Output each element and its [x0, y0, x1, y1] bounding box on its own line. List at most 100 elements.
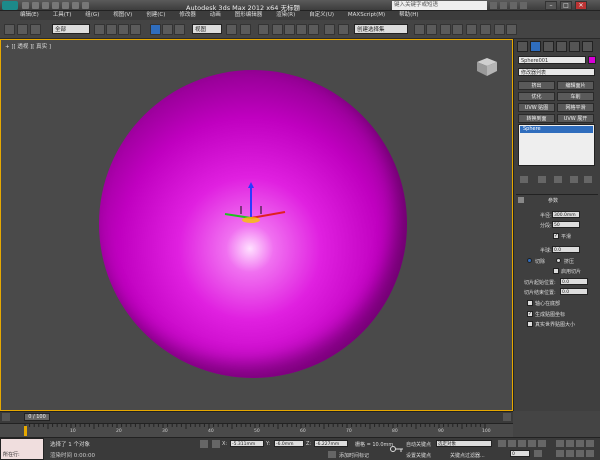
time-tag-icon[interactable]: [328, 451, 336, 458]
select-move-icon[interactable]: [150, 24, 161, 35]
modifier-button-lathe[interactable]: 车削: [557, 92, 594, 101]
viewcube-icon[interactable]: [475, 56, 499, 78]
maxscript-listener[interactable]: 所在行:: [0, 438, 44, 460]
material-editor-icon[interactable]: [466, 24, 477, 35]
menu-customize[interactable]: 自定义(U): [309, 11, 334, 20]
modifier-button-unwrap-uvw[interactable]: UVW 展开: [557, 114, 594, 123]
perspective-viewport[interactable]: + ][ 透视 ][ 真实 ]: [0, 39, 513, 411]
fetch-icon[interactable]: [82, 2, 89, 9]
search-icon[interactable]: [490, 2, 497, 9]
lock-selection-icon[interactable]: [200, 440, 208, 448]
slice-from-spinner[interactable]: 0.0: [560, 278, 588, 285]
radius-spinner[interactable]: 300.0mm: [552, 211, 580, 218]
layer-manager-icon[interactable]: [414, 24, 425, 35]
modify-tab-icon[interactable]: [530, 41, 541, 52]
current-frame-field[interactable]: 0: [510, 450, 530, 457]
menu-graph-editors[interactable]: 图形编辑器: [235, 11, 263, 20]
snaps-toggle-icon[interactable]: [272, 24, 283, 35]
search-input[interactable]: 键入关键字或短语: [392, 1, 487, 10]
selection-region-icon[interactable]: [118, 24, 129, 35]
save-icon[interactable]: [42, 2, 49, 9]
select-rotate-icon[interactable]: [162, 24, 173, 35]
base-to-pivot-checkbox[interactable]: [527, 300, 533, 306]
gen-mapping-checkbox[interactable]: ✓: [527, 311, 533, 317]
time-configuration-icon[interactable]: [534, 450, 542, 457]
hierarchy-tab-icon[interactable]: [543, 41, 554, 52]
zoom-extents-icon[interactable]: [576, 440, 584, 447]
previous-frame-icon[interactable]: [508, 440, 516, 447]
configure-sets-icon[interactable]: [584, 176, 592, 183]
help-icon[interactable]: [520, 2, 527, 9]
slice-to-spinner[interactable]: 0.0: [560, 288, 588, 295]
new-icon[interactable]: [22, 2, 29, 9]
pin-stack-icon[interactable]: [520, 176, 528, 183]
modifier-button-optimize[interactable]: 优化: [518, 92, 555, 101]
track-bar[interactable]: 0 10 20 30 40 50 60 70 80 90 100: [0, 423, 513, 437]
set-key-button[interactable]: 设置关键点: [406, 452, 431, 459]
maximize-button[interactable]: □: [560, 1, 572, 10]
current-frame-marker[interactable]: [24, 426, 27, 436]
viewport-label[interactable]: + ][ 透视 ][ 真实 ]: [5, 42, 51, 50]
make-unique-icon[interactable]: [554, 176, 562, 183]
menu-maxscript[interactable]: MAXScript(M): [348, 11, 385, 20]
named-selection-dropdown[interactable]: 创建选择集: [354, 24, 408, 34]
communication-icon[interactable]: [510, 2, 517, 9]
orbit-icon[interactable]: [576, 450, 584, 457]
key-mode-icon[interactable]: [390, 445, 404, 453]
minimize-button[interactable]: –: [545, 1, 557, 10]
curve-editor-icon[interactable]: [440, 24, 451, 35]
z-coordinate-field[interactable]: -6.227mm: [314, 440, 348, 447]
modifier-button-turn-to-patch[interactable]: 转换到面: [518, 114, 555, 123]
create-tab-icon[interactable]: [517, 41, 528, 52]
key-filters-button[interactable]: 关键点过滤器...: [450, 452, 485, 459]
modifier-button-uvw-map[interactable]: UVW 贴图: [518, 103, 555, 112]
select-object-icon[interactable]: [94, 24, 105, 35]
object-color-swatch[interactable]: [588, 56, 596, 64]
modifier-stack[interactable]: Sphere: [518, 124, 595, 166]
edit-named-selections-icon[interactable]: [324, 24, 335, 35]
field-of-view-icon[interactable]: [556, 450, 564, 457]
menu-tools[interactable]: 工具(T): [53, 11, 72, 20]
menu-group[interactable]: 组(G): [85, 11, 99, 20]
pan-view-icon[interactable]: [566, 450, 574, 457]
go-to-start-icon[interactable]: [498, 440, 506, 447]
link-icon[interactable]: [4, 24, 15, 35]
menu-create[interactable]: 创建(C): [146, 11, 165, 20]
slider-next-icon[interactable]: [503, 413, 511, 421]
modifier-list-dropdown[interactable]: 修改器列表: [518, 68, 595, 76]
remove-modifier-icon[interactable]: [570, 176, 578, 183]
coord-system-dropdown[interactable]: 视图: [192, 24, 222, 34]
menu-rendering[interactable]: 渲染(R): [276, 11, 295, 20]
auto-key-button[interactable]: 自动关键点: [406, 441, 431, 448]
render-production-icon[interactable]: [506, 24, 517, 35]
close-button[interactable]: ✕: [575, 1, 587, 10]
hold-icon[interactable]: [72, 2, 79, 9]
selection-filter-dropdown[interactable]: 全部: [52, 24, 90, 34]
select-scale-icon[interactable]: [174, 24, 185, 35]
angle-snap-icon[interactable]: [284, 24, 295, 35]
selected-dropdown[interactable]: 选定对象: [436, 440, 492, 447]
time-slider-thumb[interactable]: 0 / 100: [24, 413, 50, 421]
menu-help[interactable]: 帮助(H): [399, 11, 418, 20]
real-world-checkbox[interactable]: [527, 321, 533, 327]
chop-radio[interactable]: [527, 258, 532, 263]
maximize-viewport-icon[interactable]: [586, 450, 594, 457]
segments-spinner[interactable]: 50: [552, 221, 580, 228]
y-coordinate-field[interactable]: -6.0mm: [274, 440, 304, 447]
keyboard-shortcut-icon[interactable]: [258, 24, 269, 35]
slider-prev-icon[interactable]: [2, 413, 10, 421]
rollout-title-parameters[interactable]: 参数: [548, 197, 558, 204]
zoom-all-icon[interactable]: [566, 440, 574, 447]
next-frame-icon[interactable]: [528, 440, 536, 447]
undo-icon[interactable]: [52, 2, 59, 9]
percent-snap-icon[interactable]: [296, 24, 307, 35]
move-gizmo-icon[interactable]: [215, 180, 295, 230]
spinner-snap-icon[interactable]: [308, 24, 319, 35]
go-to-end-icon[interactable]: [538, 440, 546, 447]
render-setup-icon[interactable]: [480, 24, 491, 35]
menu-views[interactable]: 视图(V): [113, 11, 132, 20]
stack-item-sphere[interactable]: Sphere: [520, 126, 593, 133]
squash-radio[interactable]: [556, 258, 561, 263]
utilities-tab-icon[interactable]: [582, 41, 593, 52]
hemisphere-spinner[interactable]: 0.0: [552, 246, 580, 253]
